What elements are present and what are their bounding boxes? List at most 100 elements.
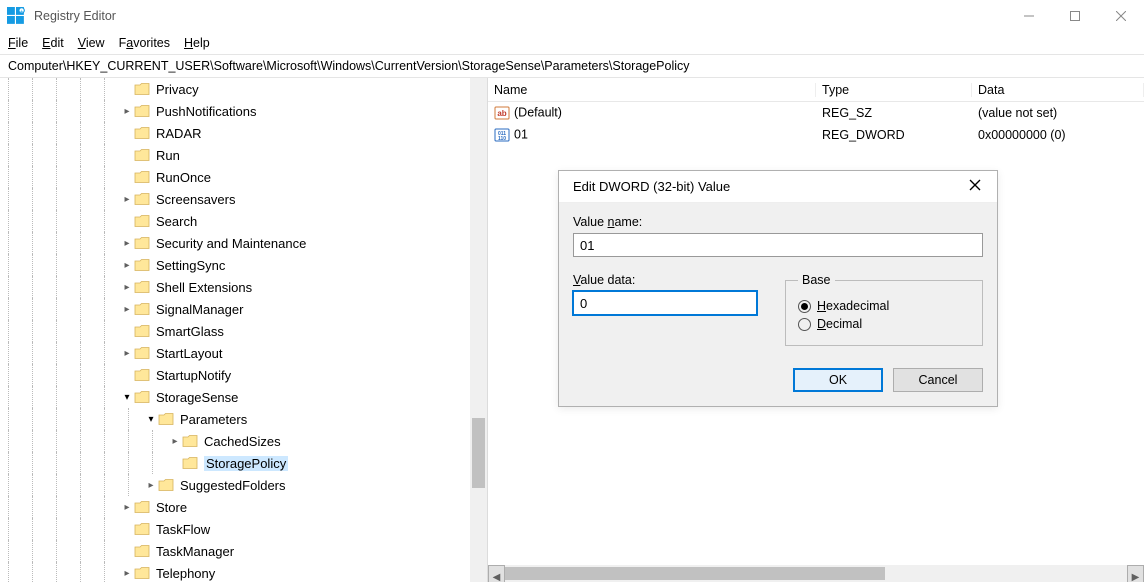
tree-item-label: Telephony bbox=[156, 566, 215, 581]
tree-item[interactable]: ▸ Store bbox=[0, 496, 487, 518]
expander-icon[interactable]: ▾ bbox=[144, 414, 158, 425]
folder-icon bbox=[134, 500, 150, 514]
window-controls bbox=[1006, 0, 1144, 32]
tree-item-label: StartupNotify bbox=[156, 368, 231, 383]
expander-icon[interactable]: ▸ bbox=[144, 480, 158, 491]
col-data[interactable]: Data bbox=[972, 83, 1144, 97]
tree-item[interactable]: TaskFlow bbox=[0, 518, 487, 540]
expander-icon[interactable]: ▸ bbox=[120, 238, 134, 249]
value-name-label: Value name: bbox=[573, 215, 983, 229]
maximize-button[interactable] bbox=[1052, 0, 1098, 32]
regedit-icon: + bbox=[6, 6, 26, 26]
col-name[interactable]: Name bbox=[488, 83, 816, 97]
tree-item[interactable]: ▸ Screensavers bbox=[0, 188, 487, 210]
scroll-right-icon[interactable]: ▶ bbox=[1127, 565, 1144, 582]
tree-item[interactable]: TaskManager bbox=[0, 540, 487, 562]
menu-help[interactable]: Help bbox=[184, 36, 210, 50]
value-row[interactable]: ab(Default)REG_SZ(value not set) bbox=[488, 102, 1144, 124]
tree-item-label: TaskManager bbox=[156, 544, 234, 559]
folder-icon bbox=[182, 434, 198, 448]
tree-item[interactable]: ▸ SignalManager bbox=[0, 298, 487, 320]
expander-icon[interactable]: ▸ bbox=[120, 568, 134, 579]
tree-scroll[interactable]: Privacy▸PushNotifications RADAR Run RunOnce… bbox=[0, 78, 487, 582]
close-button[interactable] bbox=[1098, 0, 1144, 32]
tree-item[interactable]: RunOnce bbox=[0, 166, 487, 188]
value-row[interactable]: 01111001REG_DWORD0x00000000 (0) bbox=[488, 124, 1144, 146]
expander-icon[interactable]: ▸ bbox=[120, 282, 134, 293]
tree-item-label: Store bbox=[156, 500, 187, 515]
svg-text:110: 110 bbox=[498, 136, 506, 142]
col-type[interactable]: Type bbox=[816, 83, 972, 97]
tree-item[interactable]: ▸ Shell Extensions bbox=[0, 276, 487, 298]
tree-item-label: SettingSync bbox=[156, 258, 225, 273]
menu-edit[interactable]: Edit bbox=[42, 36, 64, 50]
tree-item-label: Screensavers bbox=[156, 192, 235, 207]
tree-item-label: Search bbox=[156, 214, 197, 229]
tree-item[interactable]: Privacy bbox=[0, 78, 487, 100]
tree-item[interactable]: Run bbox=[0, 144, 487, 166]
folder-icon bbox=[134, 236, 150, 250]
tree-item[interactable]: SmartGlass bbox=[0, 320, 487, 342]
folder-icon bbox=[134, 390, 150, 404]
expander-icon[interactable]: ▸ bbox=[120, 106, 134, 117]
tree-item[interactable]: ▸PushNotifications bbox=[0, 100, 487, 122]
menu-favorites[interactable]: Favorites bbox=[119, 36, 170, 50]
tree-pane: Privacy▸PushNotifications RADAR Run RunOnce… bbox=[0, 78, 488, 582]
expander-icon[interactable]: ▸ bbox=[120, 348, 134, 359]
tree-item-label: SuggestedFolders bbox=[180, 478, 286, 493]
radio-dec[interactable]: Decimal bbox=[798, 317, 970, 331]
tree-item[interactable]: ▸CachedSizes bbox=[0, 430, 487, 452]
tree-item-label: StorageSense bbox=[156, 390, 238, 405]
radio-hex[interactable]: Hexadecimal bbox=[798, 299, 970, 313]
folder-icon bbox=[134, 170, 150, 184]
folder-icon bbox=[134, 82, 150, 96]
minimize-button[interactable] bbox=[1006, 0, 1052, 32]
tree-item[interactable]: RADAR bbox=[0, 122, 487, 144]
tree-item-label: SignalManager bbox=[156, 302, 243, 317]
cancel-button[interactable]: Cancel bbox=[893, 368, 983, 392]
tree-item[interactable]: ▸ Telephony bbox=[0, 562, 487, 582]
tree-item[interactable]: StoragePolicy bbox=[0, 452, 487, 474]
dialog-close-icon[interactable] bbox=[965, 178, 985, 196]
scroll-left-icon[interactable]: ◀ bbox=[488, 565, 505, 582]
folder-icon bbox=[134, 258, 150, 272]
tree-item[interactable]: Search bbox=[0, 210, 487, 232]
scrollbar-thumb[interactable] bbox=[505, 567, 885, 580]
svg-text:+: + bbox=[20, 9, 23, 15]
menu-file[interactable]: File bbox=[8, 36, 28, 50]
folder-icon bbox=[134, 346, 150, 360]
tree-item[interactable]: StartupNotify bbox=[0, 364, 487, 386]
tree-item[interactable]: ▸ SettingSync bbox=[0, 254, 487, 276]
value-name-input[interactable] bbox=[573, 233, 983, 257]
ok-button[interactable]: OK bbox=[793, 368, 883, 392]
list-horizontal-scrollbar[interactable]: ◀ ▶ bbox=[488, 565, 1144, 582]
expander-icon[interactable]: ▾ bbox=[120, 392, 134, 403]
tree-item-label: RADAR bbox=[156, 126, 202, 141]
value-type: REG_SZ bbox=[816, 106, 972, 120]
tree-item[interactable]: ▾Parameters bbox=[0, 408, 487, 430]
tree-item-label: Run bbox=[156, 148, 180, 163]
expander-icon[interactable]: ▸ bbox=[120, 260, 134, 271]
expander-icon[interactable]: ▸ bbox=[168, 436, 182, 447]
tree-item-label: Shell Extensions bbox=[156, 280, 252, 295]
folder-icon bbox=[134, 544, 150, 558]
expander-icon[interactable]: ▸ bbox=[120, 304, 134, 315]
folder-icon bbox=[134, 126, 150, 140]
tree-vertical-scrollbar[interactable] bbox=[470, 78, 487, 582]
value-type: REG_DWORD bbox=[816, 128, 972, 142]
value-data-label: Value data: bbox=[573, 273, 757, 287]
folder-icon bbox=[134, 280, 150, 294]
folder-icon bbox=[134, 302, 150, 316]
menu-view[interactable]: View bbox=[78, 36, 105, 50]
folder-icon bbox=[182, 456, 198, 470]
address-bar[interactable]: Computer\HKEY_CURRENT_USER\Software\Micr… bbox=[0, 54, 1144, 78]
expander-icon[interactable]: ▸ bbox=[120, 194, 134, 205]
value-data-input[interactable] bbox=[573, 291, 757, 315]
tree-item[interactable]: ▸StartLayout bbox=[0, 342, 487, 364]
scrollbar-thumb[interactable] bbox=[472, 418, 485, 488]
base-group: Base Hexadecimal Decimal bbox=[785, 273, 983, 346]
tree-item[interactable]: ▾ StorageSense bbox=[0, 386, 487, 408]
tree-item[interactable]: ▸Security and Maintenance bbox=[0, 232, 487, 254]
expander-icon[interactable]: ▸ bbox=[120, 502, 134, 513]
tree-item[interactable]: ▸ SuggestedFolders bbox=[0, 474, 487, 496]
